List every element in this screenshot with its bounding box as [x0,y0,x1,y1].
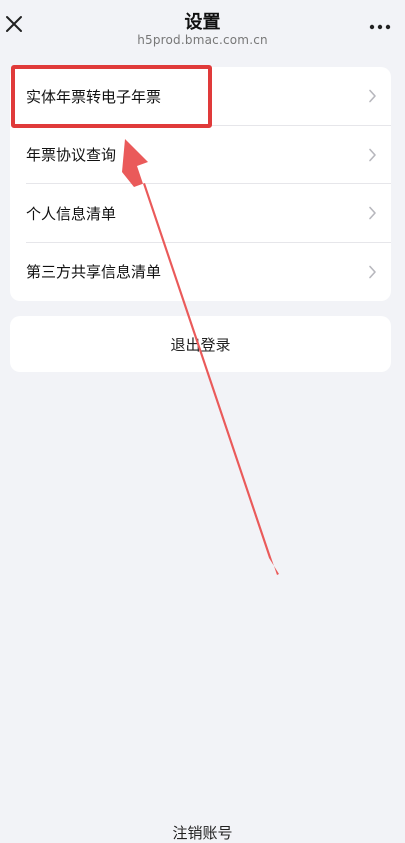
menu-item-label: 个人信息清单 [26,204,117,223]
logout-button[interactable]: 退出登录 [10,316,391,372]
page-url: h5prod.bmac.com.cn [137,33,268,47]
more-button[interactable] [369,18,391,30]
page-title: 设置 [184,12,221,33]
settings-menu: 实体年票转电子年票 年票协议查询 个人信息清单 第三方共享信息清单 [10,67,391,301]
menu-item-convert-ticket[interactable]: 实体年票转电子年票 [10,67,391,126]
menu-item-third-party-info[interactable]: 第三方共享信息清单 [10,243,391,302]
top-bar: 设置 h5prod.bmac.com.cn [0,0,405,54]
menu-item-personal-info[interactable]: 个人信息清单 [10,184,391,243]
chevron-right-icon [369,148,376,162]
logout-label: 退出登录 [170,335,231,354]
menu-item-label: 第三方共享信息清单 [26,263,162,282]
menu-item-label: 实体年票转电子年票 [26,87,162,106]
chevron-right-icon [369,265,376,279]
menu-item-label: 年票协议查询 [26,146,117,165]
chevron-right-icon [369,89,376,103]
chevron-right-icon [369,206,376,220]
more-dots-icon [369,24,391,30]
menu-item-agreement-query[interactable]: 年票协议查询 [10,126,391,184]
